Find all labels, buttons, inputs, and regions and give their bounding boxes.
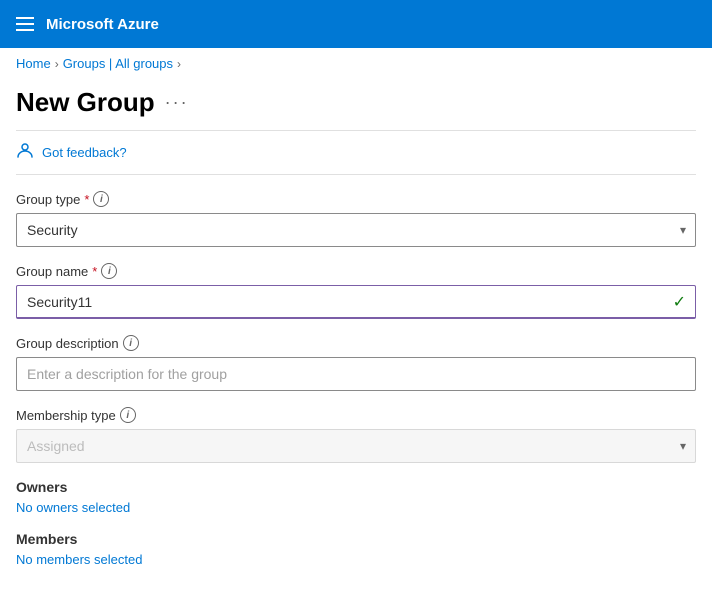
page-header: New Group ··· — [0, 79, 712, 118]
page-title: New Group — [16, 87, 155, 118]
members-link[interactable]: No members selected — [16, 552, 142, 567]
group-description-input[interactable] — [16, 357, 696, 391]
feedback-icon — [16, 141, 34, 164]
group-type-field: Group type * i Security Microsoft 365 ▾ — [16, 191, 696, 247]
membership-type-select[interactable]: Assigned — [16, 429, 696, 463]
membership-type-label: Membership type i — [16, 407, 696, 423]
members-field: Members No members selected — [16, 531, 696, 567]
group-name-input-wrapper: ✓ — [16, 285, 696, 319]
feedback-bar[interactable]: Got feedback? — [16, 130, 696, 174]
members-label: Members — [16, 531, 696, 547]
group-name-label: Group name * i — [16, 263, 696, 279]
form-container: Group type * i Security Microsoft 365 ▾ … — [0, 175, 712, 599]
membership-type-select-wrapper: Assigned ▾ — [16, 429, 696, 463]
required-star-type: * — [84, 192, 89, 207]
app-title: Microsoft Azure — [46, 16, 159, 33]
feedback-label: Got feedback? — [42, 145, 127, 160]
more-options-button[interactable]: ··· — [165, 92, 189, 113]
owners-field: Owners No owners selected — [16, 479, 696, 515]
breadcrumb-home[interactable]: Home — [16, 56, 51, 71]
breadcrumb-sep-2: › — [177, 57, 181, 71]
group-description-field: Group description i — [16, 335, 696, 391]
group-description-label: Group description i — [16, 335, 696, 351]
membership-type-field: Membership type i Assigned ▾ — [16, 407, 696, 463]
group-name-info-icon[interactable]: i — [101, 263, 117, 279]
owners-link[interactable]: No owners selected — [16, 500, 130, 515]
breadcrumb: Home › Groups | All groups › — [0, 48, 712, 79]
hamburger-menu[interactable] — [16, 17, 34, 31]
group-name-field: Group name * i ✓ — [16, 263, 696, 319]
membership-type-info-icon[interactable]: i — [120, 407, 136, 423]
group-type-info-icon[interactable]: i — [93, 191, 109, 207]
group-desc-info-icon[interactable]: i — [123, 335, 139, 351]
breadcrumb-groups[interactable]: Groups | All groups — [63, 56, 173, 71]
topbar: Microsoft Azure — [0, 0, 712, 48]
required-star-name: * — [92, 264, 97, 279]
owners-label: Owners — [16, 479, 696, 495]
group-type-label: Group type * i — [16, 191, 696, 207]
group-name-input[interactable] — [16, 285, 696, 319]
breadcrumb-sep-1: › — [55, 57, 59, 71]
group-type-select[interactable]: Security Microsoft 365 — [16, 213, 696, 247]
group-type-select-wrapper: Security Microsoft 365 ▾ — [16, 213, 696, 247]
